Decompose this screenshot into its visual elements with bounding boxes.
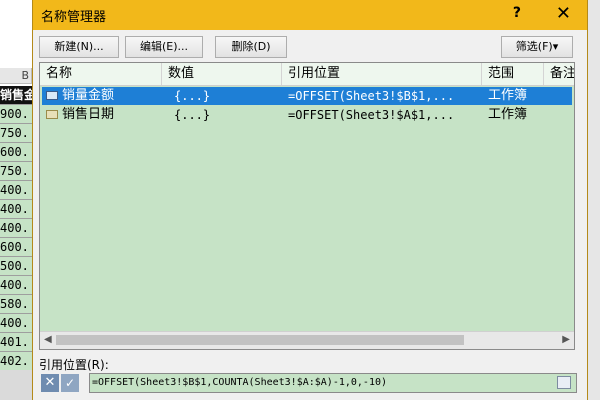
close-icon[interactable]: ✕ <box>556 3 571 24</box>
column-header-value[interactable]: 数值 <box>162 63 282 85</box>
sheet-header-cell[interactable]: 销售金 <box>0 86 34 105</box>
new-button[interactable]: 新建(N)... <box>39 36 119 58</box>
row-refers-to: =OFFSET(Sheet3!$A$1,... <box>288 108 455 122</box>
sheet-cell[interactable]: 400. <box>0 200 34 219</box>
edit-button[interactable]: 编辑(E)... <box>125 36 203 58</box>
dialog-title: 名称管理器 <box>41 10 107 25</box>
sheet-cell[interactable]: 402. <box>0 352 34 371</box>
column-header-b[interactable]: B <box>0 68 32 84</box>
cancel-edit-icon[interactable]: ✕ <box>41 374 59 392</box>
scrollbar-thumb[interactable] <box>56 335 464 345</box>
row-scope: 工作簿 <box>488 88 528 103</box>
sheet-cell[interactable]: 900. <box>0 105 34 124</box>
sheet-cell[interactable]: 600. <box>0 238 34 257</box>
filter-button[interactable]: 筛选(F)▾ <box>501 36 573 58</box>
sheet-cell[interactable]: 401. <box>0 333 34 352</box>
name-range-icon <box>46 91 58 100</box>
sheet-cell[interactable]: 580. <box>0 295 34 314</box>
column-header-name[interactable]: 名称 <box>40 63 162 85</box>
row-scope: 工作簿 <box>488 107 528 122</box>
help-icon[interactable]: ? <box>513 5 521 21</box>
sheet-cell[interactable]: 750. <box>0 162 34 181</box>
column-header-refers-to[interactable]: 引用位置 <box>282 63 482 85</box>
row-name: 销售日期 <box>62 107 115 122</box>
list-item[interactable]: 销量金额 {...} =OFFSET(Sheet3!$B$1,... 工作簿 <box>42 87 572 105</box>
list-item[interactable]: 销售日期 {...} =OFFSET(Sheet3!$A$1,... 工作簿 <box>42 106 572 124</box>
name-range-icon <box>46 110 58 119</box>
sheet-cell[interactable]: 400. <box>0 314 34 333</box>
sheet-cell[interactable]: 600. <box>0 143 34 162</box>
row-name: 销量金额 <box>62 88 115 103</box>
horizontal-scrollbar[interactable]: ◀ ▶ <box>40 331 574 349</box>
sheet-cell[interactable]: 400. <box>0 219 34 238</box>
sheet-cell[interactable]: 400. <box>0 276 34 295</box>
confirm-edit-icon[interactable]: ✓ <box>61 374 79 392</box>
sheet-status-area <box>0 370 34 400</box>
sheet-cell[interactable]: 750. <box>0 124 34 143</box>
refers-to-value: =OFFSET(Sheet3!$B$1,COUNTA(Sheet3!$A:$A)… <box>92 377 388 388</box>
sheet-cell[interactable]: 500. <box>0 257 34 276</box>
refers-to-input[interactable]: =OFFSET(Sheet3!$B$1,COUNTA(Sheet3!$A:$A)… <box>89 373 577 393</box>
delete-button[interactable]: 删除(D) <box>215 36 287 58</box>
row-value: {...} <box>174 108 211 122</box>
sheet-cell[interactable]: 400. <box>0 181 34 200</box>
scroll-left-icon[interactable]: ◀ <box>44 334 52 345</box>
row-value: {...} <box>174 89 211 103</box>
dialog-titlebar[interactable]: 名称管理器 ? ✕ <box>33 0 587 30</box>
list-header: 名称 数值 引用位置 范围 备注 <box>40 63 574 86</box>
column-header-scope[interactable]: 范围 <box>482 63 544 85</box>
scroll-right-icon[interactable]: ▶ <box>562 334 570 345</box>
window-edge <box>588 0 600 400</box>
sheet-cells: 销售金 900. 750. 600. 750. 400. 400. 400. 6… <box>0 86 34 371</box>
name-manager-dialog: 名称管理器 ? ✕ 新建(N)... 编辑(E)... 删除(D) 筛选(F)▾… <box>32 0 588 400</box>
collapse-dialog-icon[interactable] <box>557 376 571 389</box>
column-header-comment[interactable]: 备注 <box>544 63 574 85</box>
names-list[interactable]: 名称 数值 引用位置 范围 备注 销量金额 {...} =OFFSET(Shee… <box>39 62 575 350</box>
row-refers-to: =OFFSET(Sheet3!$B$1,... <box>288 89 455 103</box>
refers-to-label: 引用位置(R): <box>39 358 109 372</box>
